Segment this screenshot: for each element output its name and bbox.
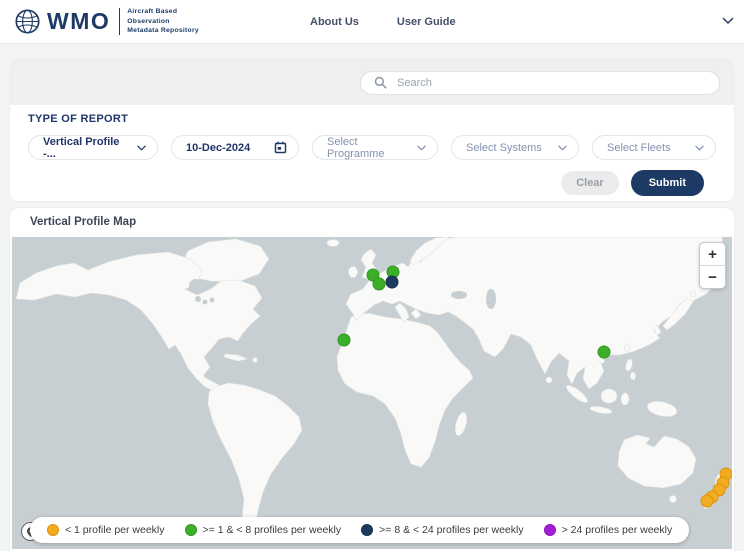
brand-subtitle-line: Aircraft Based bbox=[127, 7, 199, 17]
header-chevron-down-icon[interactable] bbox=[722, 17, 734, 25]
legend-label: >= 1 & < 8 profiles per weekly bbox=[203, 524, 342, 536]
map-panel: Vertical Profile Map bbox=[10, 208, 734, 551]
filter-controls-row: Vertical Profile -... 10-Dec-2024 S bbox=[28, 135, 718, 160]
search-box[interactable] bbox=[360, 71, 720, 95]
filter-panel: TYPE OF REPORT Vertical Profile -... 10-… bbox=[10, 60, 734, 201]
station-marker-lt1[interactable] bbox=[701, 495, 714, 508]
legend-dot-icon bbox=[185, 524, 197, 536]
chevron-down-icon bbox=[558, 145, 567, 151]
fleets-select[interactable]: Select Fleets bbox=[592, 135, 716, 160]
station-marker-1to8[interactable] bbox=[598, 346, 611, 359]
legend-label: < 1 profile per weekly bbox=[65, 524, 165, 536]
map-zoom-control: + − bbox=[699, 242, 726, 289]
report-type-value: Vertical Profile -... bbox=[43, 136, 131, 160]
legend-dot-icon bbox=[361, 524, 373, 536]
station-marker-1to8[interactable] bbox=[373, 278, 386, 291]
section-title: TYPE OF REPORT bbox=[28, 113, 718, 125]
legend-item-8to24: >= 8 & < 24 profiles per weekly bbox=[361, 524, 523, 536]
systems-select[interactable]: Select Systems bbox=[451, 135, 579, 160]
legend-item-gt24: > 24 profiles per weekly bbox=[544, 524, 673, 536]
brand-divider bbox=[119, 8, 120, 35]
app-header: WMO Aircraft Based Observation Metadata … bbox=[0, 0, 744, 44]
report-type-select[interactable]: Vertical Profile -... bbox=[28, 135, 158, 160]
calendar-icon bbox=[274, 141, 287, 154]
legend-item-1to8: >= 1 & < 8 profiles per weekly bbox=[185, 524, 342, 536]
map-legend: < 1 profile per weekly >= 1 & < 8 profile… bbox=[30, 517, 689, 543]
chevron-down-icon bbox=[417, 145, 426, 151]
systems-value: Select Systems bbox=[466, 142, 542, 154]
wmo-brand[interactable]: WMO Aircraft Based Observation Metadata … bbox=[14, 7, 199, 37]
chevron-down-icon bbox=[695, 145, 704, 151]
programme-value: Select Programme bbox=[327, 136, 411, 160]
search-input[interactable] bbox=[395, 76, 706, 90]
map-title: Vertical Profile Map bbox=[10, 208, 734, 228]
wmo-logotype: WMO bbox=[47, 8, 110, 35]
brand-subtitle-line: Observation bbox=[127, 17, 199, 27]
wmo-globe-icon bbox=[14, 8, 41, 35]
fleets-value: Select Fleets bbox=[607, 142, 671, 154]
search-icon bbox=[374, 76, 387, 89]
legend-label: > 24 profiles per weekly bbox=[562, 524, 673, 536]
station-marker-1to8[interactable] bbox=[338, 334, 351, 347]
type-of-report-section: TYPE OF REPORT Vertical Profile -... 10-… bbox=[10, 105, 734, 196]
programme-select[interactable]: Select Programme bbox=[312, 135, 438, 160]
search-band bbox=[10, 60, 734, 105]
filter-actions: Clear Submit bbox=[28, 170, 718, 196]
brand-subtitle-line: Metadata Repository bbox=[127, 26, 199, 36]
legend-label: >= 8 & < 24 profiles per weekly bbox=[379, 524, 523, 536]
chevron-down-icon bbox=[137, 145, 146, 151]
date-value: 10-Dec-2024 bbox=[186, 142, 250, 154]
legend-dot-icon bbox=[47, 524, 59, 536]
nav-user-guide[interactable]: User Guide bbox=[397, 16, 456, 28]
nav-about-us[interactable]: About Us bbox=[310, 16, 359, 28]
legend-item-lt1: < 1 profile per weekly bbox=[47, 524, 165, 536]
page-bottom-strip bbox=[0, 551, 744, 557]
zoom-in-button[interactable]: + bbox=[700, 243, 725, 265]
clear-button[interactable]: Clear bbox=[561, 171, 619, 195]
brand-subtitle: Aircraft Based Observation Metadata Repo… bbox=[127, 7, 199, 37]
main-nav: About Us User Guide bbox=[310, 0, 456, 44]
world-map[interactable]: + − < 1 profile per weekly >= 1 & < 8 pro… bbox=[12, 237, 732, 549]
submit-button[interactable]: Submit bbox=[631, 170, 704, 196]
station-marker-8to24[interactable] bbox=[386, 276, 399, 289]
zoom-out-button[interactable]: − bbox=[700, 265, 725, 288]
map-markers bbox=[12, 237, 732, 549]
date-picker[interactable]: 10-Dec-2024 bbox=[171, 135, 299, 160]
legend-dot-icon bbox=[544, 524, 556, 536]
